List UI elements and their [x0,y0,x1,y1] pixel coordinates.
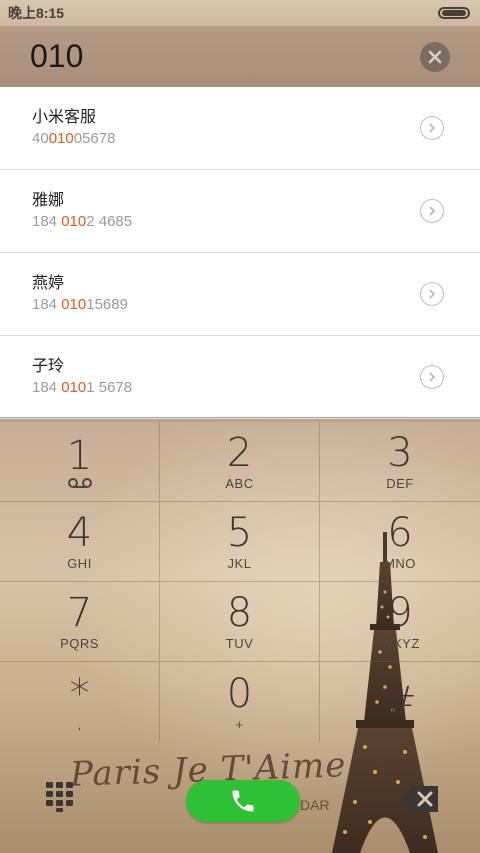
dial-header: 010 [0,26,480,87]
key-9[interactable]: 9 WXYZ [320,582,480,662]
keypad-area: Paris Je T'Aime DAR 1 2 ABC 3 DEF 4 GHI … [0,422,480,853]
contact-detail-button[interactable] [420,282,444,306]
status-time: 晚上8:15 [8,5,65,21]
contact-name: 小米客服 [32,109,97,126]
key-0[interactable]: 0 + [160,662,320,742]
dialer-bottom-bar [0,744,480,853]
chevron-right-icon [429,372,436,382]
dialed-number: 010 [30,38,84,74]
chevron-right-icon [429,206,436,216]
dialpad-toggle-icon[interactable] [44,780,76,812]
clear-input-button[interactable] [420,42,450,72]
phone-icon [232,790,254,812]
search-results: 小米客服 4001005678 雅娜 184 0102 4685 燕婷 184 … [0,87,480,419]
contact-number: 184 0101 5678 [32,379,133,396]
chevron-right-icon [429,123,436,133]
key-star[interactable]: * , [0,662,160,742]
chevron-right-icon [429,289,436,299]
key-6[interactable]: 6 MNO [320,502,480,582]
key-2[interactable]: 2 ABC [160,422,320,502]
key-4[interactable]: 4 GHI [0,502,160,582]
contact-result[interactable]: 雅娜 184 0102 4685 [0,170,480,253]
key-5[interactable]: 5 JKL [160,502,320,582]
contact-name: 子玲 [32,358,65,375]
call-button[interactable] [186,780,300,822]
contact-number: 184 0102 4685 [32,213,133,230]
voicemail-icon [67,477,92,488]
battery-icon [438,7,470,19]
key-hash[interactable]: # [320,662,480,742]
contact-detail-button[interactable] [420,199,444,223]
contact-result[interactable]: 小米客服 4001005678 [0,87,480,170]
contact-name: 雅娜 [32,192,65,209]
status-bar: 晚上8:15 [0,0,480,26]
contact-detail-button[interactable] [420,365,444,389]
key-7[interactable]: 7 PQRS [0,582,160,662]
backspace-icon[interactable] [400,784,440,814]
contact-number: 4001005678 [32,130,116,147]
key-3[interactable]: 3 DEF [320,422,480,502]
contact-result[interactable]: 燕婷 184 01015689 [0,253,480,336]
contact-name: 燕婷 [32,275,65,292]
key-1[interactable]: 1 [0,422,160,502]
close-icon [428,50,442,64]
contact-detail-button[interactable] [420,116,444,140]
contact-result[interactable]: 子玲 184 0101 5678 [0,336,480,419]
keypad: 1 2 ABC 3 DEF 4 GHI 5 JKL 6 MNO 7 PQRS 8… [0,422,480,744]
key-8[interactable]: 8 TUV [160,582,320,662]
contact-number: 184 01015689 [32,296,128,313]
